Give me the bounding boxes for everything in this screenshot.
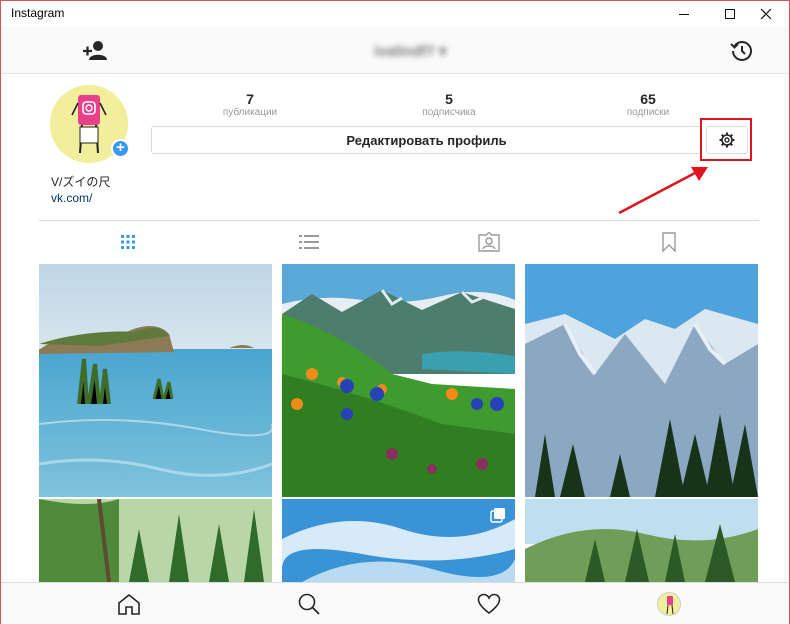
annotation-arrow — [618, 167, 708, 215]
grid-icon — [121, 235, 135, 249]
minimize-button[interactable] — [661, 1, 707, 27]
heart-icon — [477, 593, 501, 615]
app-window: Instagram ivalindf7 ▾ + 7 публикации 5 п… — [0, 0, 790, 624]
post-thumbnail[interactable] — [525, 264, 758, 497]
tab-saved[interactable] — [658, 231, 680, 253]
stat-label: подписки — [626, 107, 670, 118]
profile-avatar-small — [657, 592, 681, 616]
window-title: Instagram — [11, 6, 65, 20]
website-link[interactable]: vk.com/ — [51, 191, 92, 205]
stat-count: 7 — [246, 91, 254, 107]
tagged-icon — [478, 232, 500, 252]
stat-count: 65 — [640, 91, 656, 107]
mountain-photo — [525, 264, 758, 497]
search-icon — [298, 593, 320, 615]
meadow-photo — [282, 264, 515, 497]
display-name: V/ズイの尺 — [51, 175, 111, 189]
tab-list[interactable] — [298, 231, 320, 253]
post-thumbnail[interactable] — [39, 264, 272, 497]
stat-posts[interactable]: 7 публикации — [190, 91, 310, 118]
forest-photo — [39, 499, 272, 582]
multiple-photos-icon — [490, 508, 505, 523]
sky-photo — [282, 499, 515, 582]
home-icon — [118, 593, 140, 615]
highlight-box — [700, 118, 752, 161]
tab-tagged[interactable] — [478, 231, 500, 253]
stat-followers[interactable]: 5 подписчика — [389, 91, 509, 118]
tab-grid[interactable] — [117, 231, 139, 253]
stat-count: 5 — [445, 91, 453, 107]
post-thumbnail[interactable] — [39, 499, 272, 582]
post-thumbnail[interactable] — [282, 499, 515, 582]
archive-button[interactable] — [729, 38, 755, 64]
maximize-icon — [725, 9, 735, 19]
close-button[interactable] — [743, 1, 789, 27]
nav-activity[interactable] — [476, 591, 502, 617]
title-bar: Instagram — [1, 1, 789, 27]
add-user-button[interactable] — [81, 39, 109, 63]
profile-header: ivalindf7 ▾ — [1, 27, 789, 74]
minimize-icon — [679, 13, 689, 15]
stat-following[interactable]: 65 подписки — [588, 91, 708, 118]
stat-label: подписчика — [422, 107, 476, 118]
avatar-image — [658, 593, 680, 615]
post-thumbnail[interactable] — [525, 499, 758, 582]
tabs-divider — [39, 220, 759, 221]
lake-photo — [39, 264, 272, 497]
username-dropdown[interactable]: ivalindf7 ▾ — [374, 42, 447, 60]
nav-search[interactable] — [296, 591, 322, 617]
nav-profile[interactable] — [656, 591, 682, 617]
post-thumbnail[interactable] — [282, 264, 515, 497]
stat-label: публикации — [222, 107, 278, 118]
history-icon — [730, 41, 752, 61]
add-user-icon — [83, 41, 107, 60]
hills-photo — [525, 499, 758, 582]
add-story-button[interactable]: + — [111, 139, 130, 158]
close-icon — [760, 8, 772, 20]
nav-home[interactable] — [116, 591, 142, 617]
saved-icon — [662, 232, 676, 252]
edit-profile-button[interactable]: Редактировать профиль — [151, 126, 702, 154]
bottom-nav — [1, 582, 789, 624]
list-icon — [299, 235, 319, 249]
